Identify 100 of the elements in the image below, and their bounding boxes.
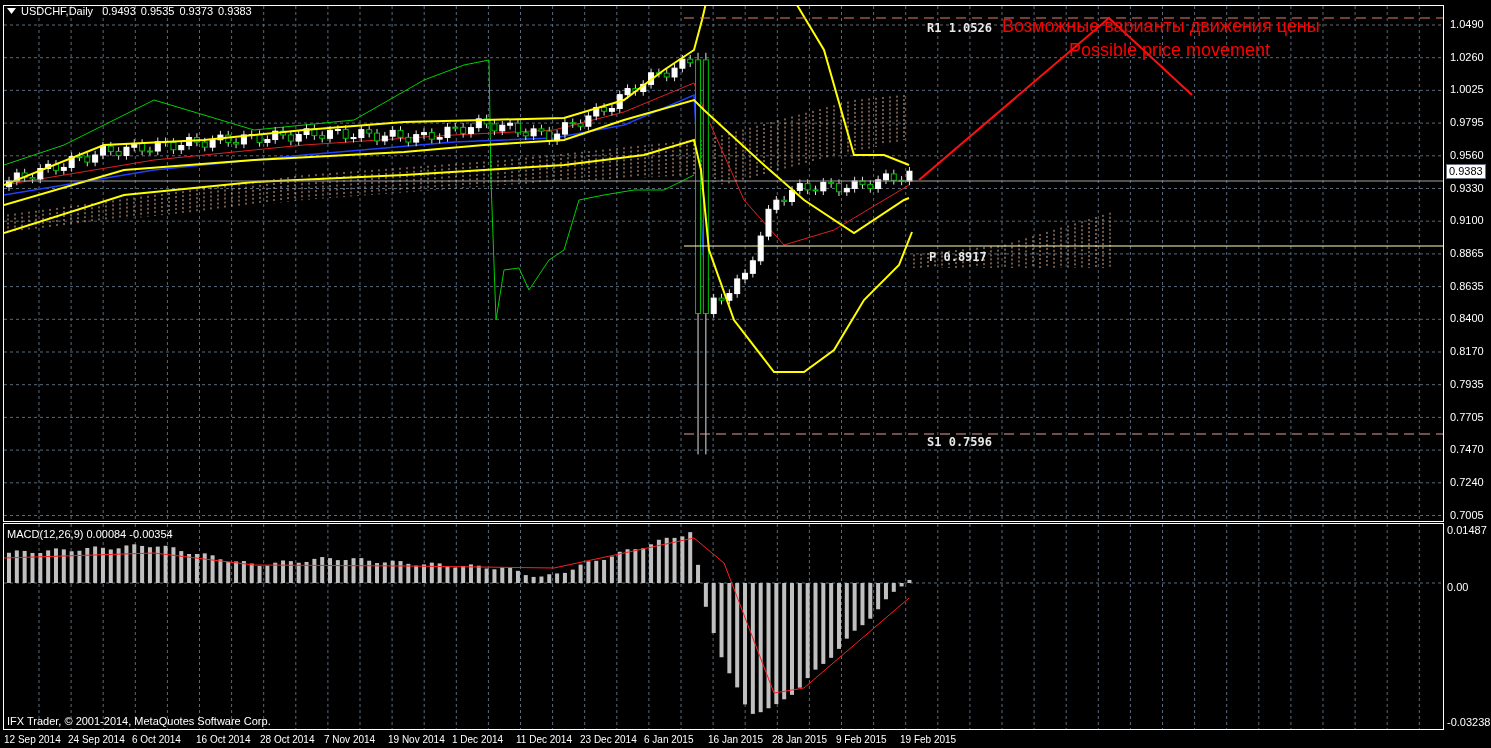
histogram-bar bbox=[343, 560, 348, 583]
histogram-bar bbox=[226, 561, 231, 583]
histogram-bar bbox=[468, 564, 473, 583]
histogram-bar bbox=[837, 583, 841, 649]
price-tick-label: 0.9560 bbox=[1450, 147, 1485, 162]
histogram-bar bbox=[899, 583, 904, 587]
histogram-bar bbox=[288, 561, 293, 583]
price-tick-label: 1.0025 bbox=[1450, 82, 1485, 97]
date-tick-label: 7 Nov 2014 bbox=[324, 732, 377, 747]
copyright-text: IFX Trader, © 2001-2014, MetaQuotes Software Corp. bbox=[7, 713, 271, 729]
histogram-bar bbox=[860, 583, 865, 626]
date-tick-label: 11 Dec 2014 bbox=[516, 732, 573, 747]
histogram-bar bbox=[210, 555, 215, 583]
histogram-bar bbox=[257, 565, 262, 583]
histogram-bar bbox=[390, 560, 395, 583]
histogram-bar bbox=[492, 569, 497, 583]
histogram-bar bbox=[108, 549, 113, 583]
price-tick-label: 1.0260 bbox=[1450, 49, 1485, 64]
pivot-label: S1 0.7596 bbox=[927, 434, 993, 451]
histogram-bar bbox=[633, 549, 638, 583]
histogram-bar bbox=[367, 560, 372, 583]
macd-title: MACD(12,26,9) 0.00084 -0.00354 bbox=[7, 527, 173, 542]
histogram-bar bbox=[429, 562, 434, 583]
date-tick-label: 23 Dec 2014 bbox=[580, 732, 638, 747]
histogram-bar bbox=[320, 557, 325, 583]
histogram-bar bbox=[147, 547, 152, 583]
histogram-bar bbox=[54, 548, 58, 583]
price-tick-label: 0.8170 bbox=[1450, 344, 1485, 359]
histogram-bar bbox=[414, 565, 419, 583]
histogram-bar bbox=[602, 559, 607, 583]
histogram-bar bbox=[672, 537, 677, 583]
histogram-bar bbox=[555, 573, 560, 583]
histogram-bar bbox=[132, 544, 137, 583]
histogram-bar bbox=[570, 569, 575, 583]
histogram-bar bbox=[586, 561, 591, 583]
histogram-bar bbox=[711, 583, 716, 634]
histogram-bar bbox=[907, 579, 912, 583]
macd-tick-label: 0.01487 bbox=[1447, 523, 1488, 537]
date-tick-label: 28 Jan 2015 bbox=[772, 732, 829, 747]
date-tick-label: 28 Oct 2014 bbox=[260, 732, 316, 747]
histogram-bar bbox=[93, 546, 98, 583]
histogram-bar bbox=[218, 559, 223, 583]
date-tick-label: 9 Feb 2015 bbox=[836, 732, 888, 747]
histogram-bar bbox=[641, 548, 646, 583]
date-tick-label: 24 Sep 2014 bbox=[68, 732, 126, 747]
macd-tick-label: 0.00 bbox=[1447, 580, 1470, 594]
histogram-bar bbox=[30, 552, 35, 583]
histogram-bar bbox=[69, 551, 74, 583]
price-tick-label: 0.7470 bbox=[1450, 442, 1485, 457]
pivot-label: R1 1.0526 bbox=[927, 20, 993, 37]
histogram-bar bbox=[85, 548, 90, 583]
annotation-text: Possible price movement bbox=[1069, 39, 1271, 61]
histogram-bar bbox=[241, 561, 246, 583]
histogram-bar bbox=[273, 562, 278, 583]
histogram-bar bbox=[304, 561, 309, 583]
histogram-bar bbox=[578, 564, 583, 583]
price-tick-label: 0.8635 bbox=[1450, 278, 1485, 293]
histogram-bar bbox=[664, 537, 669, 583]
histogram-bar bbox=[696, 564, 701, 583]
histogram-bar bbox=[22, 550, 27, 583]
histogram-bar bbox=[46, 550, 51, 583]
histogram-bar bbox=[883, 583, 888, 600]
histogram-bar bbox=[539, 576, 544, 583]
price-tick-label: 1.0490 bbox=[1450, 17, 1485, 31]
pivot-label: P 0.8917 bbox=[929, 249, 987, 266]
histogram-bar bbox=[891, 583, 896, 592]
histogram-bar bbox=[328, 558, 333, 583]
histogram-bar bbox=[562, 572, 567, 583]
price-tick-label: 0.8865 bbox=[1450, 246, 1485, 261]
histogram-bar bbox=[876, 583, 881, 610]
histogram-bar bbox=[476, 565, 481, 583]
histogram-bar bbox=[844, 583, 849, 639]
date-tick-label: 6 Oct 2014 bbox=[132, 732, 182, 747]
dropdown-triangle-icon[interactable] bbox=[7, 8, 16, 15]
histogram-bar bbox=[398, 561, 403, 583]
histogram-bar bbox=[382, 562, 387, 583]
histogram-bar bbox=[296, 562, 301, 583]
price-tick-label: 0.9795 bbox=[1450, 115, 1485, 130]
histogram-bar bbox=[515, 570, 520, 583]
ohlc-value: 0.9493 bbox=[102, 4, 136, 19]
histogram-bar bbox=[281, 560, 286, 583]
histogram-bar bbox=[703, 583, 708, 607]
histogram-bar bbox=[171, 547, 176, 583]
histogram-bar bbox=[179, 551, 184, 583]
histogram-bar bbox=[116, 548, 121, 583]
histogram-bar bbox=[375, 563, 379, 583]
ohlc-value: 0.9383 bbox=[218, 4, 252, 19]
date-tick-label: 1 Dec 2014 bbox=[452, 732, 505, 747]
histogram-bar bbox=[852, 583, 857, 631]
histogram-bar bbox=[351, 558, 356, 583]
histogram-bar bbox=[500, 567, 505, 583]
histogram-bar bbox=[680, 536, 685, 583]
histogram-bar bbox=[523, 575, 528, 583]
histogram-bar bbox=[7, 552, 11, 583]
histogram-bar bbox=[249, 563, 254, 583]
histogram-bar bbox=[61, 549, 66, 583]
price-tick-label: 0.7705 bbox=[1450, 409, 1485, 424]
histogram-bar bbox=[508, 567, 513, 583]
histogram-bar bbox=[445, 566, 450, 583]
histogram-bar bbox=[335, 560, 340, 583]
